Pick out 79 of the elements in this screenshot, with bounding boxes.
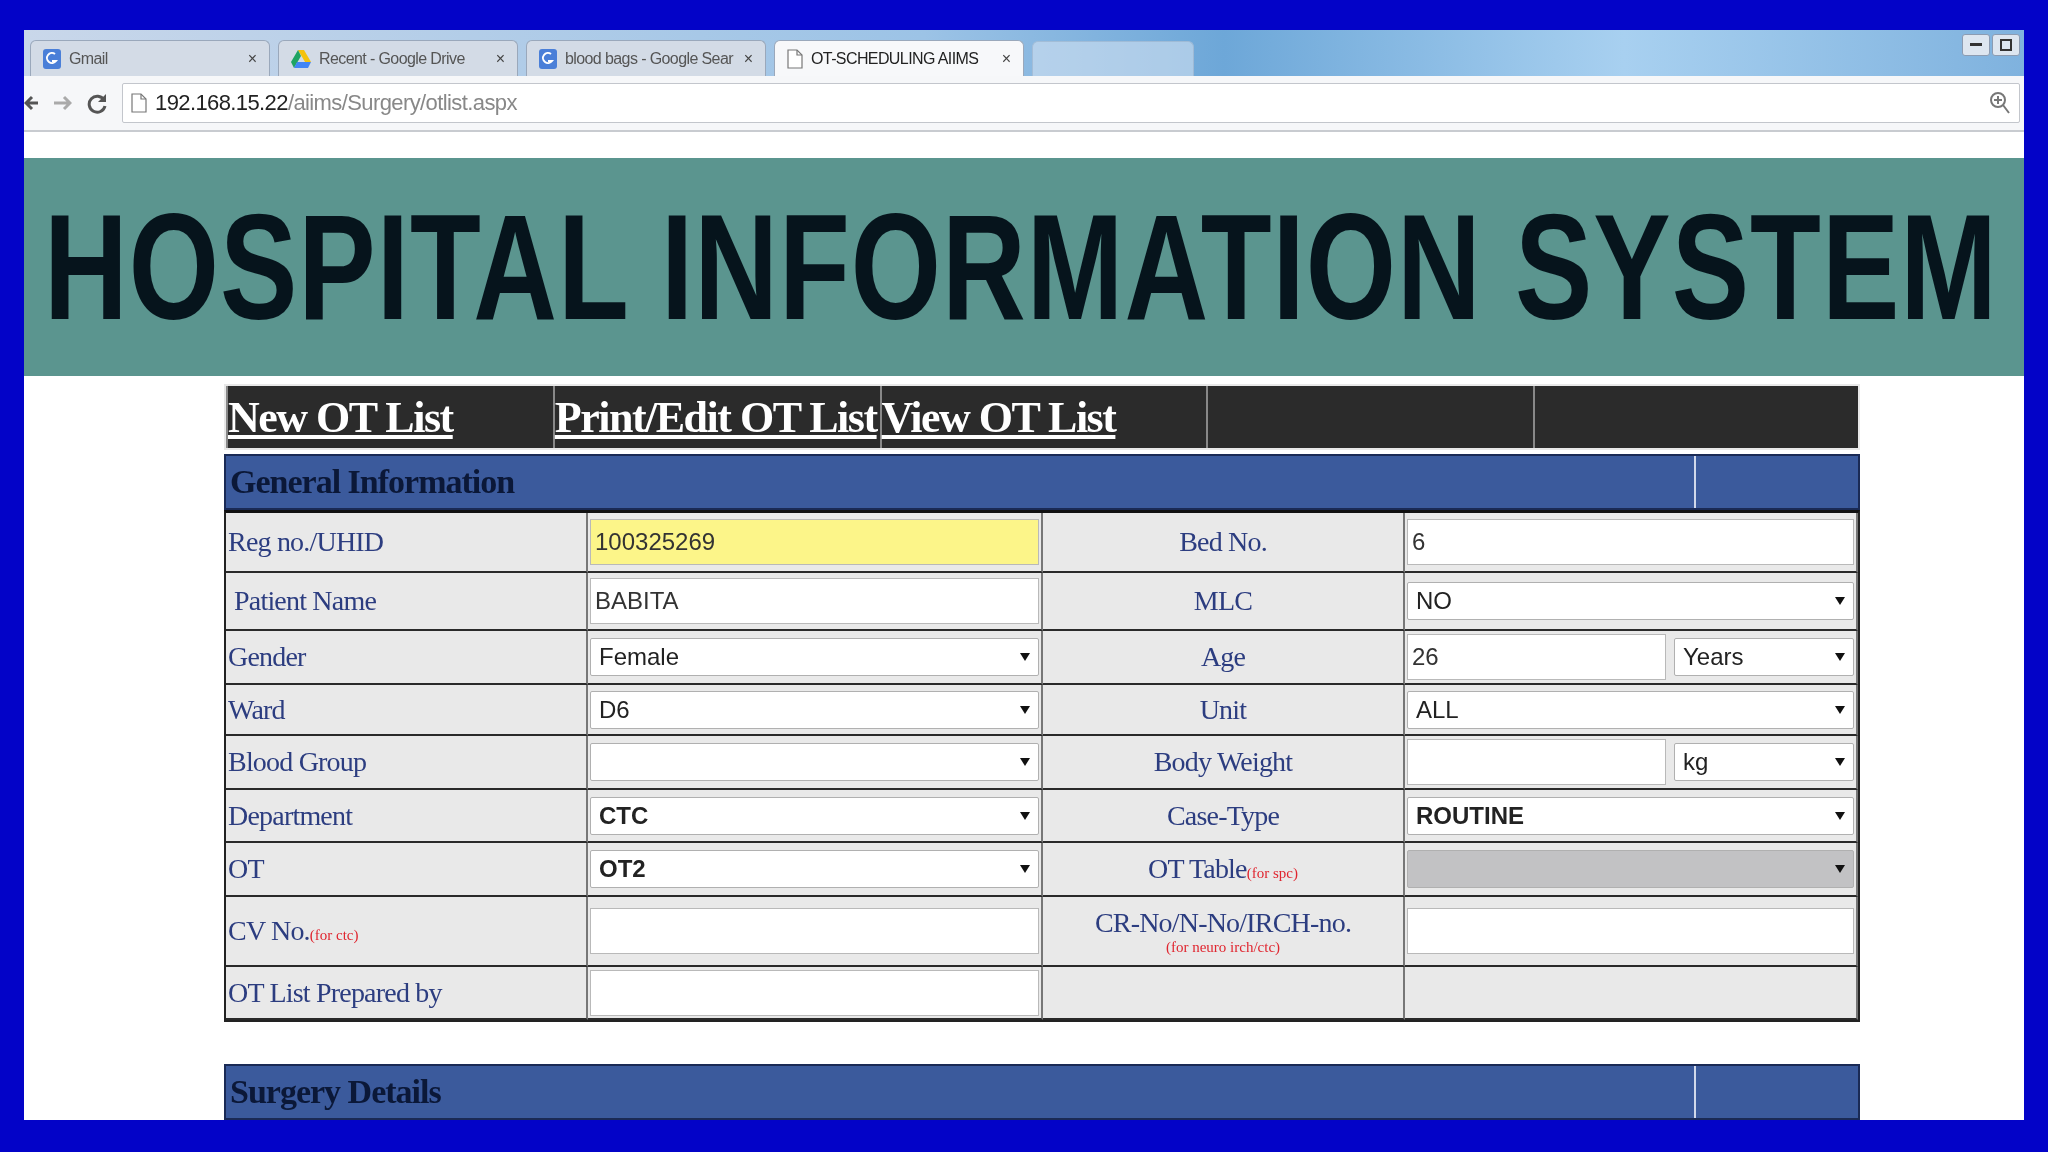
zoom-icon[interactable] xyxy=(1989,91,2011,115)
caret-icon xyxy=(1835,705,1845,714)
dropdown[interactable]: kg xyxy=(1674,743,1854,781)
field-label: Reg no./UHID xyxy=(228,526,384,558)
close-button[interactable]: × xyxy=(1001,49,1011,68)
drive-icon xyxy=(291,49,311,68)
browser-tab[interactable]: blood bags - Google Sear × xyxy=(526,40,766,76)
nav-link[interactable]: View OT List xyxy=(881,391,1116,443)
caret-icon xyxy=(1835,758,1845,766)
field-label: Body Weight xyxy=(1153,746,1293,778)
close-button[interactable]: × xyxy=(247,49,257,68)
reload-button[interactable] xyxy=(86,92,108,114)
field-label: Department xyxy=(228,799,353,832)
google-icon xyxy=(539,48,557,69)
field-hint: (for spc) xyxy=(1246,865,1298,882)
minimize-icon xyxy=(1970,43,1982,47)
caret-icon xyxy=(1020,653,1030,661)
text-field[interactable]: 26 xyxy=(1407,634,1666,680)
field-label: Patient Name xyxy=(233,585,377,617)
close-button[interactable]: × xyxy=(743,49,753,68)
field-label: Age xyxy=(1200,641,1246,673)
url-text: 192.168.15.22/aiims/Surgery/otlist.aspx xyxy=(155,90,517,116)
section-title: Surgery Details xyxy=(229,1072,442,1112)
address-bar[interactable]: 192.168.15.22/aiims/Surgery/otlist.aspx xyxy=(122,83,2020,123)
maximize-button[interactable] xyxy=(1992,34,2020,56)
browser-tab[interactable]: Recent - Google Drive × xyxy=(278,40,518,76)
page-icon xyxy=(131,93,147,113)
field-hint: (for ctc) xyxy=(309,927,359,944)
caret-icon xyxy=(1020,865,1030,873)
field-label: OT xyxy=(228,853,264,885)
field-label: Bed No. xyxy=(1179,526,1267,558)
maximize-icon xyxy=(2000,39,2012,51)
field-label: Blood Group xyxy=(228,746,367,778)
section-title: General Information xyxy=(229,462,516,502)
dropdown[interactable]: ALL xyxy=(1407,690,1854,729)
dropdown[interactable] xyxy=(590,743,1039,781)
text-field[interactable] xyxy=(1407,739,1666,785)
text-field[interactable]: BABITA xyxy=(590,578,1039,624)
caret-icon xyxy=(1835,865,1845,873)
browser-tab[interactable] xyxy=(1032,41,1194,76)
dropdown[interactable]: OT2 xyxy=(590,850,1039,888)
field-label: MLC xyxy=(1193,585,1253,617)
caret-icon xyxy=(1835,811,1845,820)
dropdown[interactable]: NO xyxy=(1407,582,1854,620)
dropdown[interactable]: ROUTINE xyxy=(1407,796,1854,835)
nav-link[interactable]: New OT List xyxy=(228,391,453,443)
text-field[interactable]: 100325269 xyxy=(590,519,1039,565)
field-label: Gender xyxy=(228,641,306,673)
field-label: Unit xyxy=(1199,693,1247,726)
field-label: Case-Type xyxy=(1166,799,1280,832)
forward-button[interactable] xyxy=(52,94,72,112)
text-field[interactable]: 6 xyxy=(1407,519,1854,565)
banner-title: HOSPITAL INFORMATION SYSTEM xyxy=(44,181,1998,354)
close-button[interactable]: × xyxy=(495,49,505,68)
text-field[interactable] xyxy=(590,908,1039,954)
text-field[interactable] xyxy=(590,969,1039,1016)
caret-icon xyxy=(1020,758,1030,766)
field-label: CV No. xyxy=(228,915,310,947)
browser-tab[interactable]: Gmail × xyxy=(30,40,270,76)
text-field[interactable] xyxy=(1407,908,1854,954)
field-label: OT List Prepared by xyxy=(228,976,442,1009)
caret-icon xyxy=(1835,597,1845,605)
field-label: OT Table xyxy=(1148,853,1247,885)
dropdown[interactable]: CTC xyxy=(590,796,1039,835)
back-button[interactable] xyxy=(24,94,38,112)
caret-icon xyxy=(1835,653,1845,661)
page-icon xyxy=(787,48,803,69)
caret-icon xyxy=(1020,811,1030,820)
field-label: Ward xyxy=(228,693,285,726)
dropdown[interactable]: D6 xyxy=(590,690,1039,729)
field-label: CR-No/N-No/IRCH-no. xyxy=(1094,906,1352,939)
minimize-button[interactable] xyxy=(1962,34,1990,56)
browser-tab[interactable]: OT-SCHEDULING AIIMS × xyxy=(774,40,1024,76)
google-icon xyxy=(43,48,61,69)
caret-icon xyxy=(1020,705,1030,714)
nav-link[interactable]: Print/Edit OT List xyxy=(554,391,877,443)
dropdown[interactable]: Years xyxy=(1674,638,1854,676)
field-hint: (for neuro irch/ctc) xyxy=(1165,938,1281,956)
dropdown[interactable]: Female xyxy=(590,638,1039,676)
